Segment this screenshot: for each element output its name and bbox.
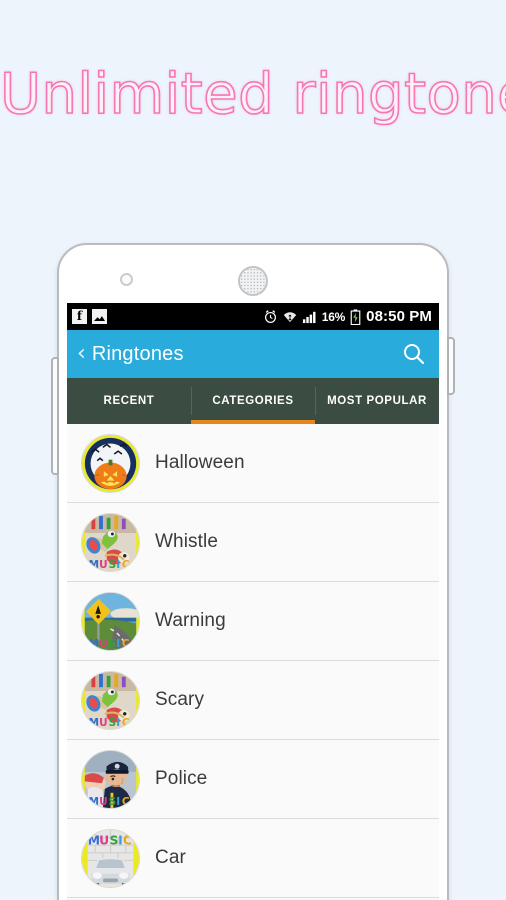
back-chevron-icon[interactable]: ‹ xyxy=(77,343,86,365)
svg-text:M: M xyxy=(89,717,99,729)
list-item-label: Scary xyxy=(155,689,205,710)
status-bar-system-icons: 16% 08:50 PM xyxy=(263,308,432,325)
list-item-label: Warning xyxy=(155,610,226,631)
svg-text:U: U xyxy=(99,717,107,729)
svg-text:M: M xyxy=(89,796,99,808)
svg-text:I: I xyxy=(116,638,120,650)
tab-categories[interactable]: CATEGORIES xyxy=(191,378,315,424)
tab-bar: RECENT CATEGORIES MOST POPULAR xyxy=(67,378,439,424)
volume-button[interactable] xyxy=(51,357,59,475)
tab-categories-label: CATEGORIES xyxy=(212,395,294,407)
power-button[interactable] xyxy=(447,337,455,395)
car-thumbnail: M U S I C xyxy=(81,828,140,888)
tab-recent-label: RECENT xyxy=(103,395,155,407)
search-icon xyxy=(404,344,425,365)
list-item[interactable]: Halloween xyxy=(67,424,439,503)
svg-text:C: C xyxy=(123,833,132,847)
search-button[interactable] xyxy=(401,341,427,367)
list-item[interactable]: M U S I C Whistle xyxy=(67,503,439,582)
category-list: Halloween M U S I C Whistle M U S I C Wa… xyxy=(67,424,439,898)
signal-bars-icon xyxy=(302,311,316,324)
facebook-icon: f xyxy=(72,309,87,324)
svg-text:M: M xyxy=(88,833,100,847)
list-item-label: Whistle xyxy=(155,531,218,552)
status-bar: f 16% 08:50 PM xyxy=(67,303,439,330)
svg-text:I: I xyxy=(116,717,120,729)
svg-text:U: U xyxy=(99,833,109,847)
image-icon xyxy=(92,309,107,324)
svg-text:S: S xyxy=(109,796,117,808)
page-title: Ringtones xyxy=(91,342,184,365)
list-item-label: Halloween xyxy=(155,452,245,473)
svg-text:M: M xyxy=(89,638,99,650)
svg-text:U: U xyxy=(99,559,107,571)
warning-thumbnail: M U S I C xyxy=(81,591,140,651)
svg-text:I: I xyxy=(116,796,120,808)
status-bar-clock: 08:50 PM xyxy=(366,308,432,325)
svg-text:I: I xyxy=(116,559,120,571)
tab-recent[interactable]: RECENT xyxy=(67,378,191,424)
tab-most-popular-label: MOST POPULAR xyxy=(327,395,427,407)
front-camera-icon xyxy=(120,273,133,286)
status-bar-notifications: f xyxy=(72,309,107,324)
list-item[interactable]: M U S I C Police xyxy=(67,740,439,819)
phone-screen: f 16% 08:50 PM ‹ Ringtones RECENT CATEGO… xyxy=(67,303,439,900)
list-item-label: Police xyxy=(155,768,208,789)
svg-text:C: C xyxy=(122,717,130,729)
alarm-clock-icon xyxy=(264,310,276,323)
app-bar: ‹ Ringtones xyxy=(67,330,439,378)
svg-text:U: U xyxy=(99,638,107,650)
halloween-thumbnail xyxy=(81,433,140,493)
battery-icon xyxy=(350,308,361,325)
battery-percent-label: 16% xyxy=(321,309,346,324)
list-item[interactable]: M U S I C Scary xyxy=(67,661,439,740)
svg-text:C: C xyxy=(122,796,130,808)
svg-text:S: S xyxy=(109,638,117,650)
phone-mockup: f 16% 08:50 PM ‹ Ringtones RECENT CATEGO… xyxy=(51,243,455,900)
svg-text:C: C xyxy=(122,638,130,650)
whistle-thumbnail: M U S I C xyxy=(81,512,140,572)
list-item[interactable]: M U S I C Warning xyxy=(67,582,439,661)
headline-text: Unlimited ringtones xyxy=(0,61,506,128)
tab-most-popular[interactable]: MOST POPULAR xyxy=(315,378,439,424)
promo-screenshot: Unlimited ringtones f 16% 08:50 PM ‹ Rin… xyxy=(0,0,506,900)
wifi-icon xyxy=(283,312,296,323)
svg-text:U: U xyxy=(99,796,107,808)
svg-text:S: S xyxy=(109,717,117,729)
earpiece-speaker-icon xyxy=(238,266,268,296)
svg-text:C: C xyxy=(122,559,130,571)
police-thumbnail: M U S I C xyxy=(81,749,140,809)
svg-text:M: M xyxy=(89,559,99,571)
svg-text:S: S xyxy=(109,559,117,571)
svg-text:S: S xyxy=(110,833,119,847)
list-item-label: Car xyxy=(155,847,186,868)
scary-thumbnail: M U S I C xyxy=(81,670,140,730)
list-item[interactable]: M U S I C Car xyxy=(67,819,439,898)
